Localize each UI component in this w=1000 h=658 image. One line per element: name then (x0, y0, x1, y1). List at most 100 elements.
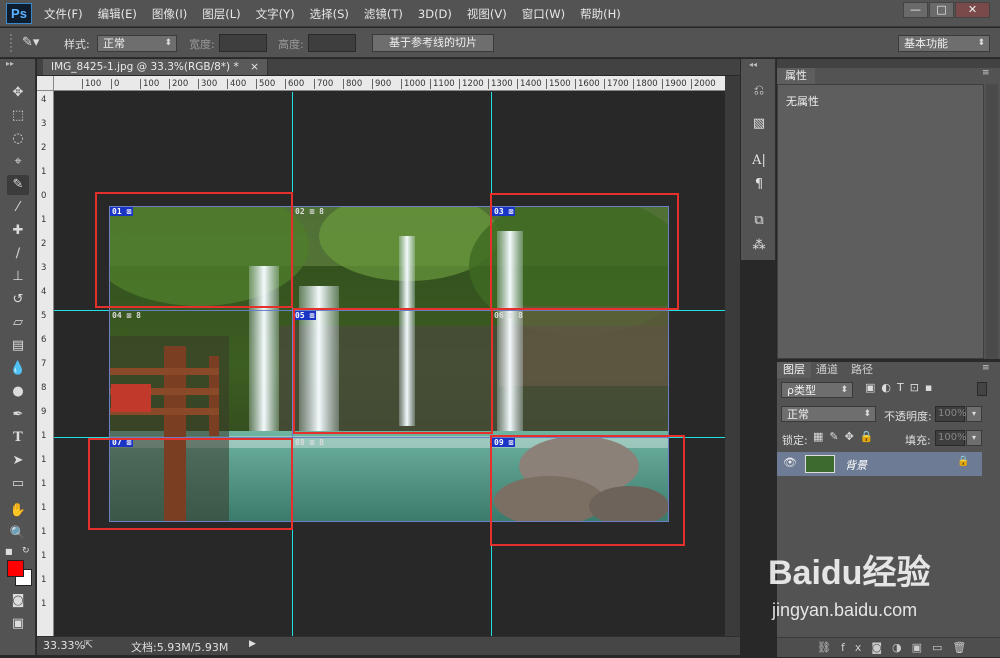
default-colors-icon[interactable]: ■ (5, 547, 15, 557)
horizontal-ruler[interactable]: 100 0 100 200 300 400 500 600 700 800 900 1000 1100 1… (54, 76, 725, 91)
style-select[interactable]: 正常 (97, 35, 177, 52)
blur-icon[interactable]: 💧 (7, 359, 29, 379)
blend-mode-select[interactable]: 正常 (781, 406, 876, 422)
zoom-icon[interactable]: 🔍 (7, 524, 29, 544)
type-icon[interactable]: T (7, 428, 29, 448)
ruler-origin[interactable] (37, 76, 54, 91)
v-ruler-label: 1 (41, 551, 47, 561)
properties-scrollbar[interactable] (986, 84, 998, 359)
zoom-level[interactable]: 33.33% (43, 639, 85, 652)
character-styles-icon[interactable]: ⁂ (748, 236, 770, 256)
panel-icon-strip: ◂◂ ⎌ ▧ A| ¶ ⧉ ⁂ (741, 59, 776, 260)
share-icon[interactable]: ⇱ (84, 638, 93, 651)
menu-layer[interactable]: 图层(L) (202, 6, 240, 22)
swatches-panel-icon[interactable]: ▧ (748, 114, 770, 134)
screen-mode-icon[interactable]: ▣ (7, 614, 29, 634)
document-tab-row: IMG_8425-1.jpg @ 33.3%(RGB/8*) * × (37, 59, 740, 75)
slice-06-tag: 06 ⊠ 8 (494, 311, 523, 320)
hand-icon[interactable]: ✋ (7, 501, 29, 521)
dodge-icon[interactable]: ● (7, 382, 29, 402)
brush-icon[interactable]: ∕ (7, 244, 29, 264)
menu-edit[interactable]: 编辑(E) (98, 6, 137, 22)
menu-type[interactable]: 文字(Y) (256, 6, 295, 22)
character-panel-icon[interactable]: A| (748, 151, 770, 171)
gradient-icon[interactable]: ▤ (7, 336, 29, 356)
slice-08[interactable] (292, 437, 492, 522)
layers-menu-icon[interactable]: ≡ (982, 363, 990, 373)
strip-collapse-icon[interactable]: ◂◂ (749, 60, 757, 69)
layer-filter-select[interactable]: ρ类型 (781, 382, 853, 398)
h-ruler-label: 1500 (546, 79, 571, 89)
swap-colors-icon[interactable]: ↻ (22, 546, 32, 556)
properties-tab[interactable]: 属性 (777, 68, 815, 84)
stamp-icon[interactable]: ⊥ (7, 267, 29, 287)
menu-3d[interactable]: 3D(D) (418, 7, 452, 21)
eyedropper-icon[interactable]: ⁄ (7, 198, 29, 218)
highlight-box-01 (95, 192, 293, 308)
lasso-icon[interactable]: ◌ (7, 129, 29, 149)
shape-icon[interactable]: ▭ (7, 474, 29, 494)
path-select-icon[interactable]: ➤ (7, 451, 29, 471)
minimize-button[interactable]: — (903, 2, 928, 18)
quick-select-icon[interactable]: ⌖ (7, 152, 29, 172)
slice-04[interactable] (109, 310, 293, 438)
slice-06[interactable] (491, 310, 669, 438)
tab-paths[interactable]: 路径 (845, 362, 879, 378)
visibility-eye-icon[interactable]: 👁 (783, 456, 797, 469)
lock-icons[interactable]: ▦✎✥🔒 (813, 430, 883, 446)
history-panel-icon[interactable]: ⎌ (748, 81, 770, 101)
layer-filter-icons[interactable]: ▣◐T⊡▪ (865, 381, 983, 397)
pen-icon[interactable]: ✒ (7, 405, 29, 425)
menu-window[interactable]: 窗口(W) (522, 6, 565, 22)
layer-row-background[interactable]: 👁 背景 🔒 (777, 452, 982, 476)
slice-02[interactable] (292, 206, 492, 311)
workspace-select[interactable]: 基本功能 (898, 35, 990, 52)
foreground-color-swatch[interactable] (7, 560, 24, 577)
opacity-field[interactable]: 100% (935, 406, 967, 422)
fill-field[interactable]: 100% (935, 430, 967, 446)
slice-tool-preset-icon[interactable]: ✎▾ (22, 33, 52, 53)
menu-filter[interactable]: 滤镜(T) (364, 6, 403, 22)
vertical-ruler[interactable]: 4 3 2 1 0 1 2 3 4 5 6 7 8 9 1 1 1 1 1 1 1 1 (37, 91, 54, 636)
maximize-button[interactable]: □ (929, 2, 954, 18)
paragraph-panel-icon[interactable]: ¶ (748, 175, 770, 195)
canvas[interactable]: 01 ⊠ 02 ⊠ 8 03 ⊠ 04 ⊠ 8 05 ⊠ 06 ⊠ 8 07 ⊠… (54, 92, 725, 636)
watermark-url: jingyan.baidu.com (772, 600, 918, 620)
menu-view[interactable]: 视图(V) (467, 6, 507, 22)
healing-icon[interactable]: ✚ (7, 221, 29, 241)
fill-dropdown-icon[interactable]: ▾ (966, 430, 982, 446)
tab-channels[interactable]: 通道 (810, 362, 844, 378)
slice-icon[interactable]: ✎ (7, 175, 29, 195)
menu-image[interactable]: 图像(I) (152, 6, 187, 22)
toolbox-collapse-icon[interactable]: ▸▸ (6, 60, 30, 68)
v-ruler-label: 1 (41, 599, 47, 609)
marquee-icon[interactable]: ⬚ (7, 106, 29, 126)
close-button[interactable]: ✕ (955, 2, 990, 18)
tab-close-icon[interactable]: × (250, 61, 259, 73)
history-brush-icon[interactable]: ↺ (7, 290, 29, 310)
v-ruler-label: 1 (41, 575, 47, 585)
eraser-icon[interactable]: ▱ (7, 313, 29, 333)
status-menu-arrow-icon[interactable]: ▶ (249, 639, 256, 649)
tab-layers[interactable]: 图层 (777, 362, 811, 378)
filter-toggle[interactable] (977, 382, 987, 396)
move-tool-icon[interactable]: ✥ (7, 83, 29, 103)
h-ruler-label: 1600 (575, 79, 600, 89)
h-ruler-label: 700 (314, 79, 333, 89)
menu-help[interactable]: 帮助(H) (580, 6, 621, 22)
width-field[interactable] (219, 34, 267, 52)
menu-file[interactable]: 文件(F) (44, 6, 83, 22)
style-label: 样式: (64, 38, 90, 51)
document-tab[interactable]: IMG_8425-1.jpg @ 33.3%(RGB/8*) * × (43, 59, 268, 75)
properties-menu-icon[interactable]: ≡ (982, 68, 990, 78)
quick-mask-icon[interactable]: ◙ (7, 591, 29, 611)
lock-label: 锁定: (782, 434, 808, 447)
layer-name[interactable]: 背景 (845, 457, 867, 473)
slice-from-guides-button[interactable]: 基于参考线的切片 (372, 34, 494, 52)
opacity-dropdown-icon[interactable]: ▾ (966, 406, 982, 422)
vertical-scrollbar[interactable] (725, 76, 740, 636)
h-ruler-label: 200 (169, 79, 188, 89)
paragraph-styles-icon[interactable]: ⧉ (748, 211, 770, 231)
menu-select[interactable]: 选择(S) (310, 6, 349, 22)
height-field[interactable] (308, 34, 356, 52)
